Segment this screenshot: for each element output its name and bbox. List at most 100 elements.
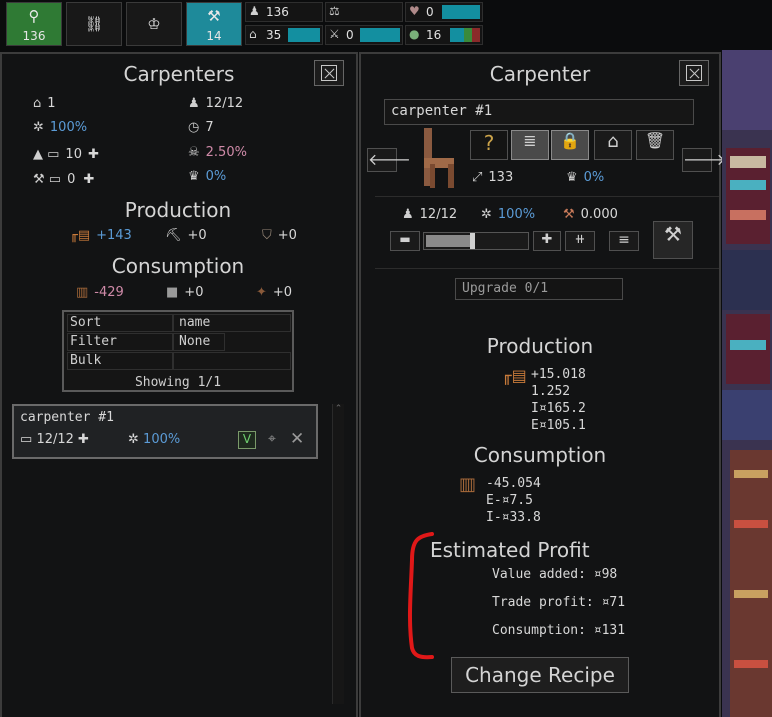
consumption-stone: ■ +0 bbox=[166, 285, 204, 300]
tools-icon: ⚒ bbox=[563, 207, 575, 222]
building-card[interactable]: carpenter #1 ▭ 12/12 ✚ ✲ 100% V ⌖ ✕ bbox=[12, 404, 318, 459]
arrow-left-icon: 🡐 bbox=[368, 150, 411, 169]
production-details: +15.018 1.252 I¤165.2 E¤105.1 bbox=[531, 367, 586, 433]
arrow-right-icon: 🡒 bbox=[683, 150, 726, 169]
enable-checkbox[interactable]: V bbox=[238, 431, 256, 449]
close-icon bbox=[686, 65, 702, 81]
worker-icon: ♟ bbox=[249, 4, 260, 18]
stat-tools: ⚒ ▭ 0 ✚ bbox=[33, 172, 95, 187]
card-workers: ▭ 12/12 ✚ bbox=[20, 432, 89, 447]
crown-icon: ♛ bbox=[188, 169, 200, 184]
chair-icon bbox=[410, 128, 458, 190]
card-efficiency: ✲ 100% bbox=[128, 432, 181, 447]
stat-workers: ♟ 12/12 bbox=[188, 96, 244, 111]
gear-icon: ✲ bbox=[481, 207, 492, 222]
wood-icon: ▥ bbox=[459, 474, 477, 495]
meter-law[interactable]: ⚖ bbox=[325, 2, 403, 22]
locate-icon[interactable]: ⌖ bbox=[268, 431, 276, 447]
house-icon: ⌂ bbox=[33, 96, 42, 111]
meter-happiness[interactable]: ♥ 0 bbox=[405, 2, 483, 22]
stone-icon: ■ bbox=[166, 285, 179, 300]
increase-workers-button[interactable]: ✚ bbox=[533, 231, 561, 251]
showing-count: Showing 1/1 bbox=[134, 375, 222, 390]
skull-icon: ☠ bbox=[188, 145, 200, 160]
house-icon: ⌂ bbox=[607, 131, 619, 152]
max-workers-button[interactable]: ⧺ bbox=[565, 231, 595, 251]
expand-icon: ⤢ bbox=[472, 170, 483, 185]
decrease-workers-button[interactable]: ▬ bbox=[390, 231, 420, 251]
tab-diplomacy[interactable]: ⛓ bbox=[66, 2, 122, 46]
pickaxe-icon: ⛏ bbox=[165, 228, 182, 243]
worker-icon: ♟ bbox=[188, 96, 200, 111]
upgrade-button[interactable]: Upgrade 0/1 bbox=[455, 278, 623, 300]
food-icon: ● bbox=[409, 27, 420, 41]
meter-workers[interactable]: ♟ 136 bbox=[245, 2, 323, 22]
home-button[interactable]: ⌂ bbox=[594, 130, 632, 160]
scroll-up-icon[interactable]: ⌃ bbox=[333, 404, 344, 414]
consumption-leather: ✦ +0 bbox=[256, 285, 293, 300]
consumption-details: -45.054 E-¤7.5 I-¤33.8 bbox=[486, 476, 541, 525]
meter-housing[interactable]: ⌂ 35 bbox=[245, 25, 323, 45]
production-heading: Production bbox=[124, 198, 232, 222]
estimated-profit-heading: Estimated Profit bbox=[430, 538, 590, 562]
prev-button[interactable]: 🡐 bbox=[367, 148, 411, 172]
hammer-icon: ⚒ bbox=[207, 7, 221, 25]
filter-value[interactable]: None bbox=[179, 334, 210, 349]
stat-tools: ⚒ 0.000 bbox=[563, 207, 618, 222]
meter-military[interactable]: ⚔ 0 bbox=[325, 25, 403, 45]
game-world-view[interactable] bbox=[722, 50, 772, 717]
building-name-field[interactable]: carpenter #1 bbox=[384, 99, 694, 125]
wood-icon: ▥ bbox=[76, 285, 89, 300]
priority-button[interactable]: ≣ bbox=[511, 130, 549, 160]
lock-icon: 🔒 bbox=[560, 131, 580, 150]
stat-priority: ▲ ▭ 10 ✚ bbox=[33, 147, 100, 162]
change-recipe-button[interactable]: Change Recipe bbox=[451, 657, 629, 693]
bulk-row[interactable]: Bulk bbox=[67, 352, 291, 371]
tools-icon: ⚒ ▭ bbox=[33, 172, 62, 187]
minus-icon[interactable]: ▭ bbox=[20, 432, 32, 447]
shield-icon: ⛉ bbox=[262, 228, 272, 243]
sort-row[interactable]: Sort name bbox=[67, 314, 291, 333]
divider bbox=[375, 196, 719, 197]
scales-icon: ⚖ bbox=[329, 4, 340, 18]
stat-efficiency: ✲ 100% bbox=[33, 120, 88, 135]
delete-icon[interactable]: ✕ bbox=[290, 429, 304, 449]
lock-button[interactable]: 🔒 bbox=[551, 130, 589, 160]
meter-food[interactable]: ● 16 bbox=[405, 25, 483, 45]
sort-value[interactable]: name bbox=[179, 315, 210, 330]
filter-row[interactable]: Filter None bbox=[67, 333, 289, 352]
scrollbar[interactable]: ⌃ bbox=[332, 404, 344, 704]
tab-nobility[interactable]: ♔ bbox=[126, 2, 182, 46]
value-added: Value added: ¤98 bbox=[492, 567, 618, 582]
menu-icon: ≡ bbox=[618, 232, 630, 248]
stat-radius: ⤢ 133 bbox=[472, 170, 514, 185]
gear-icon: ✲ bbox=[128, 432, 139, 447]
close-icon bbox=[321, 65, 337, 81]
consumption-cost: Consumption: ¤131 bbox=[492, 623, 626, 638]
plus-icon[interactable]: ✚ bbox=[88, 147, 99, 162]
stat-workers: ♟ 12/12 bbox=[402, 207, 458, 222]
stat-crown-rate: ♛ 0% bbox=[566, 170, 605, 185]
plus-icon[interactable]: ✚ bbox=[78, 432, 89, 447]
tab-industry[interactable]: ⚒ 14 bbox=[186, 2, 242, 46]
card-name: carpenter #1 bbox=[20, 410, 114, 425]
trade-profit: Trade profit: ¤71 bbox=[492, 595, 626, 610]
workers-slider[interactable] bbox=[423, 232, 529, 250]
demolish-button[interactable]: 🗑 bbox=[636, 130, 674, 160]
close-button[interactable] bbox=[679, 60, 709, 86]
next-button[interactable]: 🡒 bbox=[682, 148, 726, 172]
furniture-icon: ╓▤ bbox=[70, 228, 91, 243]
repair-button[interactable]: ⚒ bbox=[653, 221, 693, 259]
house-icon: ⌂ bbox=[249, 27, 257, 41]
plus-icon[interactable]: ✚ bbox=[84, 172, 95, 187]
menu-button[interactable]: ≡ bbox=[609, 231, 639, 251]
production-shield: ⛉ +0 bbox=[262, 228, 297, 243]
chain-icon: ⛓ bbox=[84, 15, 104, 33]
plus-icon: ✚ bbox=[541, 232, 553, 247]
close-button[interactable] bbox=[314, 60, 344, 86]
panel-title: Carpenters bbox=[123, 62, 235, 86]
consumption-heading: Consumption bbox=[111, 254, 245, 278]
tab-population[interactable]: ⚲ 136 bbox=[6, 2, 62, 46]
sort-filter-table: Sort name Filter None Bulk Showing 1/1 bbox=[62, 310, 294, 392]
info-button[interactable]: ? bbox=[470, 130, 508, 160]
